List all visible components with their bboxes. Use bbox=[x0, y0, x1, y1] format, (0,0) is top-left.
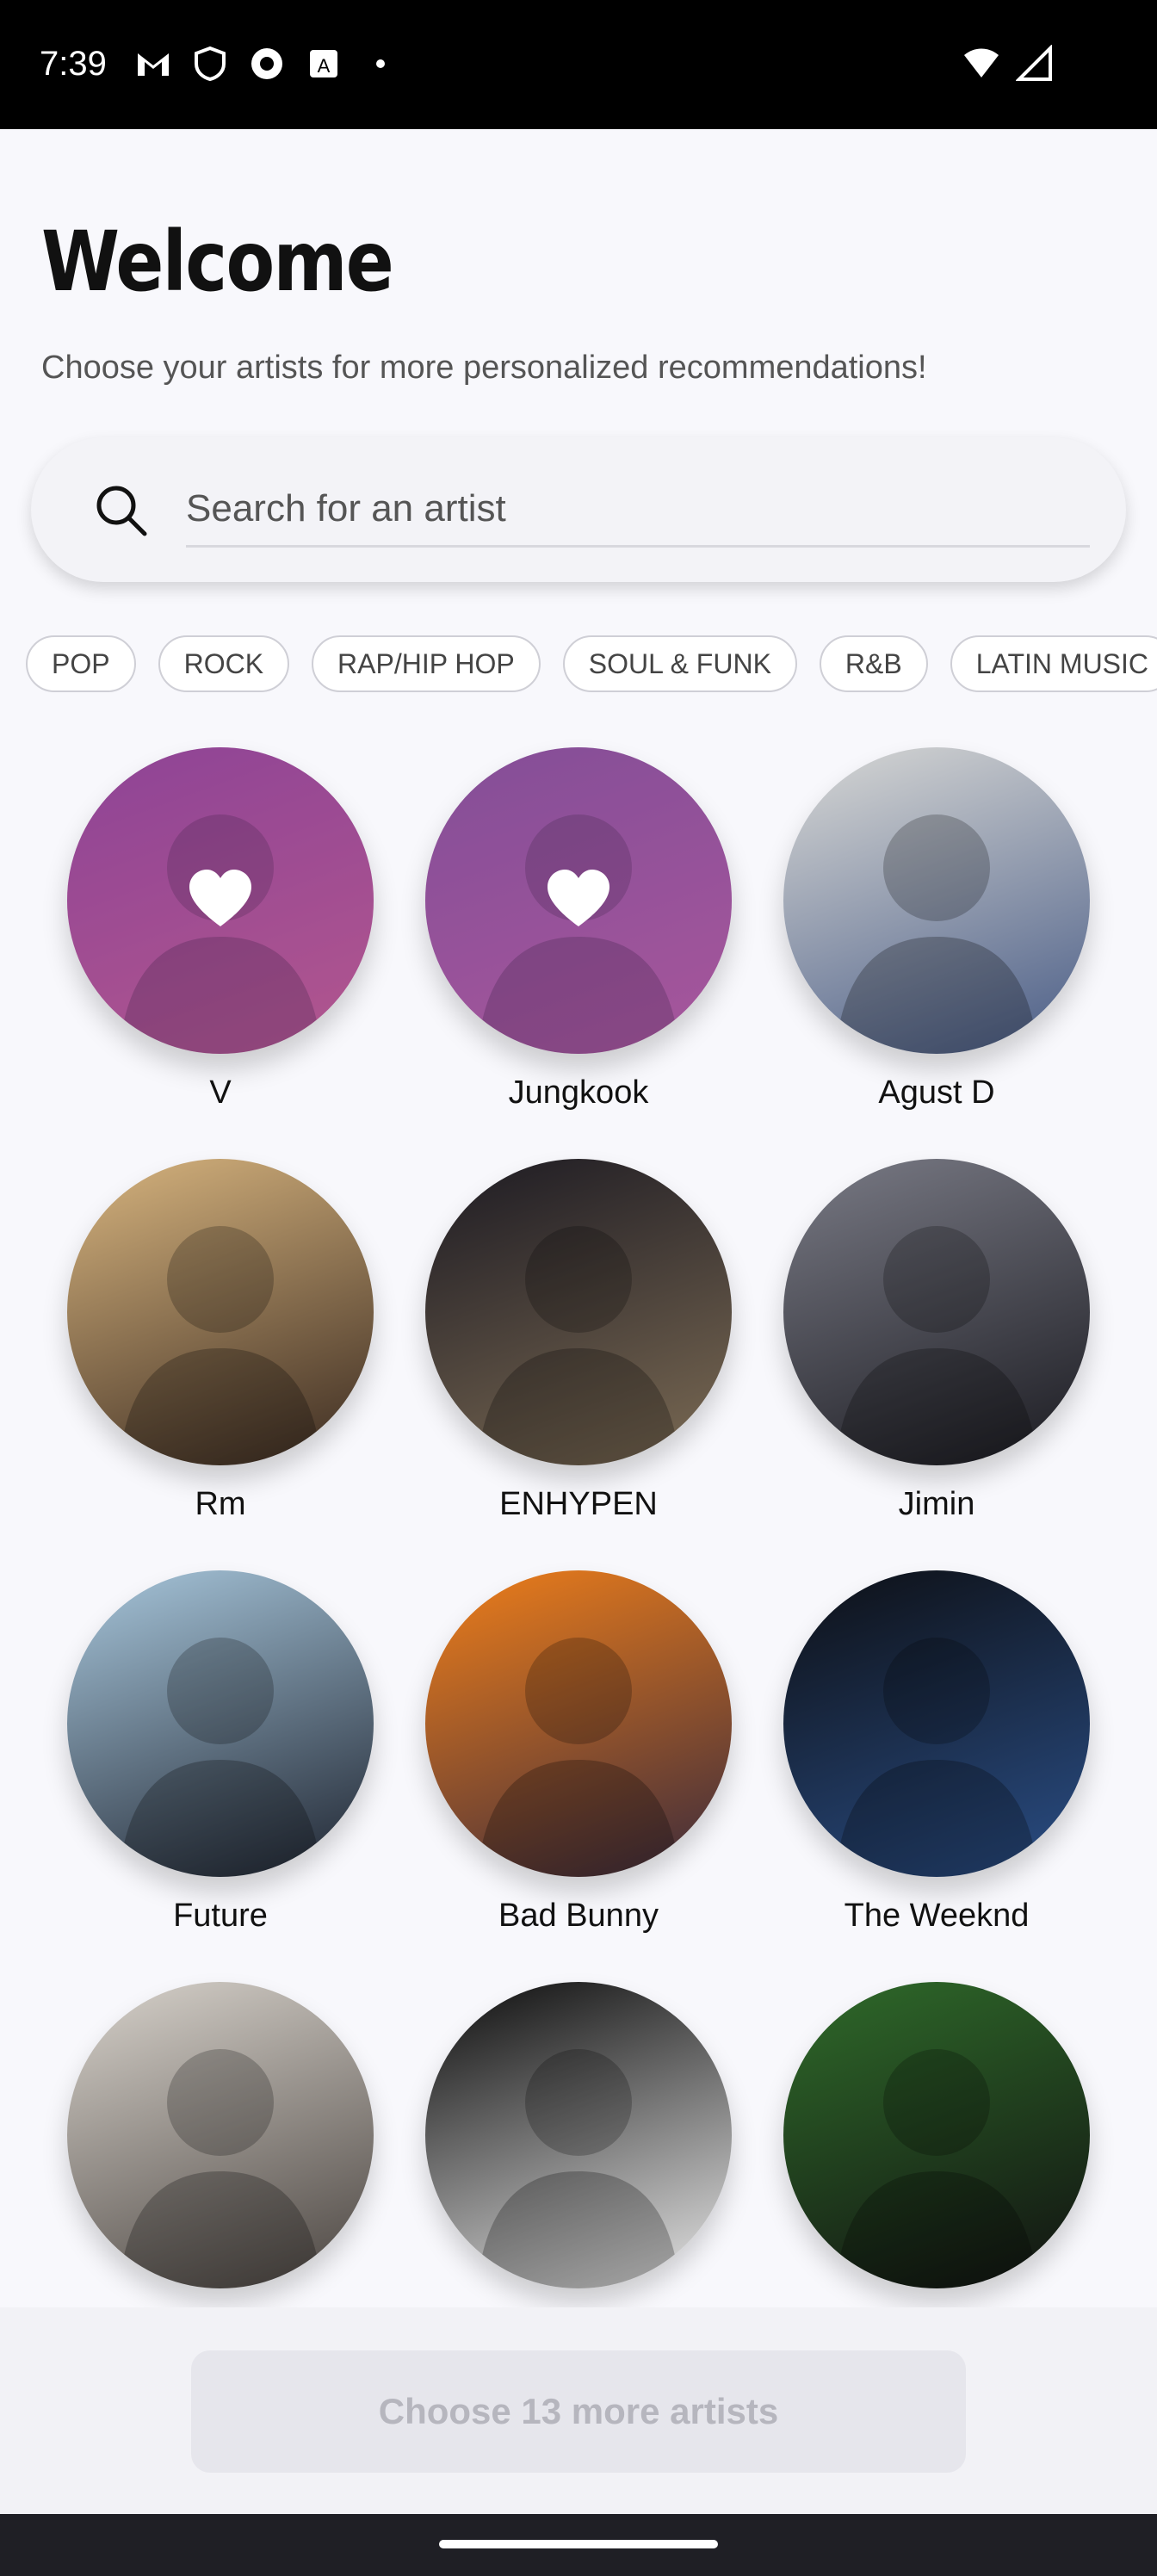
main-content: Welcome Choose your artists for more per… bbox=[0, 129, 1157, 2307]
status-time: 7:39 bbox=[40, 45, 107, 83]
artist-name: Jimin bbox=[898, 1486, 975, 1522]
artist-name: ENHYPEN bbox=[499, 1486, 658, 1522]
artist-avatar[interactable] bbox=[425, 1570, 732, 1877]
genre-chips: POP ROCK RAP/HIP HOP SOUL & FUNK R&B LAT… bbox=[26, 635, 1157, 696]
artist-photo bbox=[119, 2049, 322, 2288]
status-bar: 7:39 A bbox=[0, 0, 1157, 129]
genre-chip[interactable]: SOUL & FUNK bbox=[562, 635, 797, 692]
artist-name: V bbox=[209, 1074, 232, 1111]
artist-card[interactable] bbox=[41, 1982, 374, 2307]
artist-name: Future bbox=[173, 1898, 268, 1934]
artist-card[interactable]: Bad Bunny bbox=[399, 1570, 732, 1941]
svg-text:A: A bbox=[318, 55, 331, 77]
artist-card[interactable]: The Weeknd bbox=[758, 1570, 1090, 1941]
artist-photo bbox=[119, 1226, 322, 1465]
choose-artists-button[interactable]: Choose 13 more artists bbox=[191, 2350, 966, 2473]
page-title: Welcome bbox=[41, 214, 394, 310]
artist-card[interactable]: Agust D bbox=[758, 747, 1090, 1118]
artist-card[interactable]: Jimin bbox=[758, 1159, 1090, 1529]
heart-icon bbox=[548, 870, 609, 926]
artist-name: Bad Bunny bbox=[498, 1898, 659, 1934]
genre-chip[interactable]: RAP/HIP HOP bbox=[312, 635, 541, 692]
artist-photo bbox=[477, 1638, 680, 1877]
search-bar[interactable] bbox=[31, 437, 1126, 582]
artist-photo bbox=[835, 1638, 1038, 1877]
search-icon bbox=[96, 486, 147, 536]
app-icon bbox=[248, 45, 286, 83]
artist-avatar[interactable] bbox=[67, 1982, 374, 2288]
a-box-icon: A bbox=[305, 45, 343, 83]
artist-avatar[interactable] bbox=[783, 747, 1090, 1054]
artist-name: Rm bbox=[195, 1486, 246, 1522]
genre-chip[interactable]: R&B bbox=[819, 635, 928, 692]
artist-name: Jungkook bbox=[508, 1074, 649, 1111]
status-icons: A bbox=[134, 45, 399, 83]
status-right bbox=[961, 44, 1054, 87]
gmail-icon bbox=[134, 45, 172, 83]
artist-card[interactable]: Rm bbox=[41, 1159, 374, 1529]
artist-photo bbox=[835, 1226, 1038, 1465]
genre-chip[interactable]: ROCK bbox=[158, 635, 290, 692]
search-input[interactable] bbox=[186, 472, 1090, 548]
artist-photo bbox=[835, 814, 1038, 1054]
artist-avatar[interactable] bbox=[783, 1570, 1090, 1877]
artist-name: Agust D bbox=[878, 1074, 995, 1111]
artist-card[interactable] bbox=[399, 1982, 732, 2307]
shield-icon bbox=[191, 45, 229, 83]
artist-card[interactable] bbox=[758, 1982, 1090, 2307]
artist-avatar[interactable] bbox=[425, 747, 732, 1054]
artist-avatar[interactable] bbox=[783, 1159, 1090, 1465]
home-indicator[interactable] bbox=[439, 2540, 718, 2548]
artist-avatar[interactable] bbox=[67, 747, 374, 1054]
artist-photo bbox=[477, 1226, 680, 1465]
artist-photo bbox=[835, 2049, 1038, 2288]
artist-name: The Weeknd bbox=[844, 1898, 1030, 1934]
artist-avatar[interactable] bbox=[67, 1570, 374, 1877]
artist-card[interactable]: V bbox=[41, 747, 374, 1118]
wifi-icon bbox=[961, 45, 1002, 87]
dot-icon bbox=[362, 45, 399, 83]
artist-avatar[interactable] bbox=[783, 1982, 1090, 2288]
genre-chip[interactable]: LATIN MUSIC bbox=[950, 635, 1157, 692]
artist-avatar[interactable] bbox=[67, 1159, 374, 1465]
artist-photo bbox=[477, 2049, 680, 2288]
artist-avatar[interactable] bbox=[425, 1982, 732, 2288]
artist-card[interactable]: Jungkook bbox=[399, 747, 732, 1118]
genre-chip[interactable]: POP bbox=[26, 635, 136, 692]
bottom-action-bar: Choose 13 more artists bbox=[0, 2307, 1157, 2514]
artist-card[interactable]: Future bbox=[41, 1570, 374, 1941]
signal-icon bbox=[1015, 44, 1054, 87]
artist-avatar[interactable] bbox=[425, 1159, 732, 1465]
heart-icon bbox=[189, 870, 251, 926]
artist-photo bbox=[119, 1638, 322, 1877]
page-subtitle: Choose your artists for more personalize… bbox=[41, 350, 927, 386]
artist-card[interactable]: ENHYPEN bbox=[399, 1159, 732, 1529]
